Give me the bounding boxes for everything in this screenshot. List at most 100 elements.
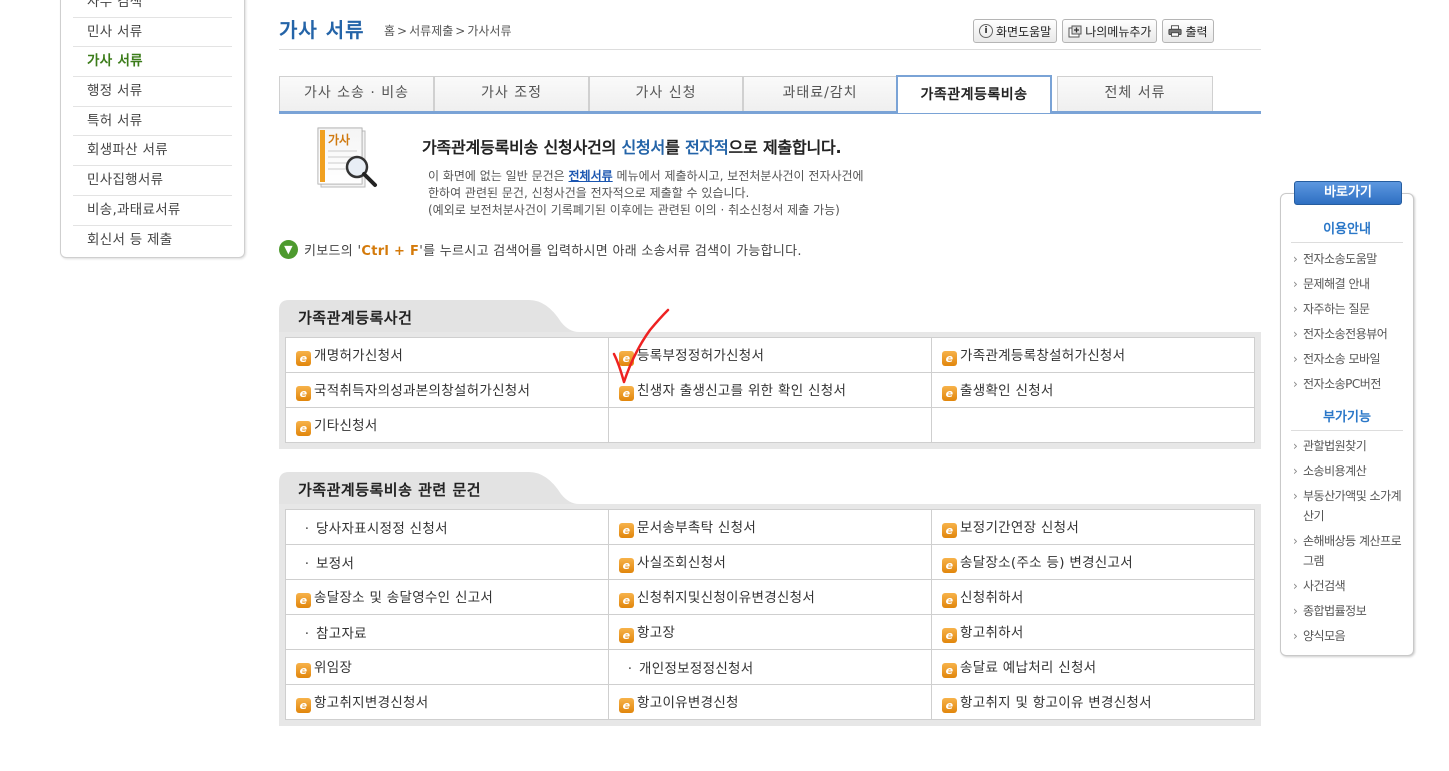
electronic-form-icon: e — [296, 351, 311, 366]
document-cell[interactable]: e 출생확인 신청서 — [931, 372, 1255, 408]
sidebar-item[interactable]: 민사 서류 — [73, 18, 232, 48]
electronic-form-icon: e — [619, 351, 634, 366]
document-link[interactable]: 가족관계등록창설허가신청서 — [960, 348, 1125, 364]
quick-links-title: 바로가기 — [1294, 181, 1402, 205]
document-link[interactable]: 문서송부촉탁 신청서 — [637, 520, 756, 536]
add-my-menu-button[interactable]: 나의메뉴추가 — [1062, 19, 1158, 43]
sidebar-item[interactable]: 회신서 등 제출 — [73, 226, 232, 256]
electronic-form-icon: e — [942, 351, 957, 366]
quick-link[interactable]: 전자소송 모바일 — [1293, 347, 1411, 372]
document-cell[interactable]: e 기타신청서 — [285, 407, 609, 443]
document-cell[interactable]: e 가족관계등록창설허가신청서 — [931, 337, 1255, 373]
document-link[interactable]: 국적취득자의성과본의창설허가신청서 — [314, 383, 530, 399]
print-button[interactable]: 출력 — [1162, 19, 1214, 43]
breadcrumb-home[interactable]: 홈 — [384, 24, 395, 38]
document-link[interactable]: 사실조회신청서 — [637, 555, 726, 571]
quick-link[interactable]: 양식모음 — [1293, 624, 1411, 649]
document-link[interactable]: 항고장 — [637, 625, 675, 641]
document-cell[interactable]: e 송달장소 및 송달영수인 신고서 — [285, 579, 609, 615]
tab-family-registration[interactable]: 가족관계등록비송 — [896, 75, 1052, 113]
document-cell[interactable]: e 등록부정정허가신청서 — [608, 337, 932, 373]
sidebar-item[interactable]: 행정 서류 — [73, 77, 232, 107]
document-cell[interactable]: e 보정기간연장 신청서 — [931, 509, 1255, 545]
document-cell[interactable]: · 당사자표시정정 신청서 — [285, 509, 609, 545]
tab-family-litigation[interactable]: 가사 소송 · 비송 — [279, 76, 434, 111]
quick-link[interactable]: 문제해결 안내 — [1293, 272, 1411, 297]
electronic-form-icon: e — [619, 698, 634, 713]
sidebar-item[interactable]: 가사 서류 — [73, 47, 232, 78]
tab-all-documents[interactable]: 전체 서류 — [1057, 76, 1213, 111]
document-cell[interactable]: e 항고장 — [608, 614, 932, 650]
document-cell[interactable]: e 항고취하서 — [931, 614, 1255, 650]
document-cell[interactable]: e 송달장소(주소 등) 변경신고서 — [931, 544, 1255, 580]
sidebar-item[interactable]: 회생파산 서류 — [73, 136, 232, 167]
document-link[interactable]: 참고자료 — [316, 626, 367, 642]
document-cell[interactable]: e 신청취하서 — [931, 579, 1255, 615]
document-link[interactable]: 송달료 예납처리 신청서 — [960, 660, 1096, 676]
quick-link[interactable]: 부동산가액및 소가계산기 — [1293, 484, 1411, 529]
intro-desc-text: 메뉴에서 제출하시고, 보전처분사건이 전자사건에 — [612, 169, 864, 183]
intro-desc-line-3: (예외로 보전처분사건이 기록폐기된 이후에는 관련된 이의 · 취소신청서 제… — [428, 203, 840, 217]
extra-features-heading: 부가기능 — [1291, 406, 1403, 431]
document-link[interactable]: 항고이유변경신청 — [637, 695, 739, 711]
quick-link[interactable]: 관할법원찾기 — [1293, 434, 1411, 459]
sidebar-item[interactable]: 특허 서류 — [73, 107, 232, 137]
document-cell — [931, 407, 1255, 443]
quick-link[interactable]: 자주하는 질문 — [1293, 297, 1411, 322]
document-link[interactable]: 등록부정정허가신청서 — [637, 348, 764, 364]
document-cell[interactable]: · 참고자료 — [285, 614, 609, 650]
tab-fine-detention[interactable]: 과태료/감치 — [743, 76, 897, 111]
document-cell[interactable]: e 위임장 — [285, 649, 609, 685]
document-link[interactable]: 개명허가신청서 — [314, 348, 403, 364]
intro-heading-highlight: 전자적 — [684, 138, 729, 157]
document-cell[interactable]: e 항고취지변경신청서 — [285, 684, 609, 720]
help-button[interactable]: i 화면도움말 — [973, 19, 1058, 43]
document-cell[interactable]: e 사실조회신청서 — [608, 544, 932, 580]
document-cell[interactable]: e 항고이유변경신청 — [608, 684, 932, 720]
document-cell[interactable]: e 문서송부촉탁 신청서 — [608, 509, 932, 545]
document-cell[interactable]: e 친생자 출생신고를 위한 확인 신청서 — [608, 372, 932, 408]
quick-link[interactable]: 전자소송전용뷰어 — [1293, 322, 1411, 347]
left-sidebar: 사무 검색 민사 서류 가사 서류 행정 서류 특허 서류 회생파산 서류 민사집행서류 비송… — [60, 0, 245, 258]
tab-family-application[interactable]: 가사 신청 — [589, 76, 743, 111]
document-link[interactable]: 출생확인 신청서 — [960, 383, 1054, 399]
document-link[interactable]: 친생자 출생신고를 위한 확인 신청서 — [637, 383, 846, 399]
document-link[interactable]: 송달장소(주소 등) 변경신고서 — [960, 555, 1133, 571]
document-cell[interactable]: e 항고취지 및 항고이유 변경신청서 — [931, 684, 1255, 720]
document-link[interactable]: 항고취지 및 항고이유 변경신청서 — [960, 695, 1152, 711]
document-link[interactable]: 위임장 — [314, 660, 352, 676]
electronic-form-icon: e — [619, 593, 634, 608]
document-link[interactable]: 신청취하서 — [960, 590, 1024, 606]
document-link[interactable]: 당사자표시정정 신청서 — [316, 521, 448, 537]
sidebar-item[interactable]: 민사집행서류 — [73, 166, 232, 196]
sidebar-item[interactable]: 비송,과태료서류 — [73, 196, 232, 226]
document-link[interactable]: 기타신청서 — [314, 418, 378, 434]
quick-link[interactable]: 종합법률정보 — [1293, 599, 1411, 624]
quick-link[interactable]: 손해배상등 계산프로그램 — [1293, 529, 1411, 574]
quick-link[interactable]: 전자소송PC버전 — [1293, 372, 1411, 397]
category-tabs: 가사 소송 · 비송 가사 조정 가사 신청 과태료/감치 가족관계등록비송 전… — [279, 75, 1261, 114]
document-link[interactable]: 항고취하서 — [960, 625, 1024, 641]
quick-link[interactable]: 전자소송도움말 — [1293, 247, 1411, 272]
sidebar-item[interactable]: 사무 검색 — [73, 0, 232, 18]
document-link[interactable]: 신청취지및신청이유변경신청서 — [637, 590, 815, 606]
document-cell[interactable]: e 신청취지및신청이유변경신청서 — [608, 579, 932, 615]
breadcrumb-submit[interactable]: 서류제출 — [409, 24, 453, 38]
quick-link[interactable]: 소송비용계산 — [1293, 459, 1411, 484]
document-cell[interactable]: e 개명허가신청서 — [285, 337, 609, 373]
table-row: e 국적취득자의성과본의창설허가신청서 e 친생자 출생신고를 위한 확인 신청서 e 출… — [285, 372, 1255, 408]
document-cell[interactable]: · 보정서 — [285, 544, 609, 580]
table-row: e 위임장 · 개인정보정정신청서 e 송달료 예납처리 신청서 — [285, 649, 1255, 685]
document-link[interactable]: 개인정보정정신청서 — [639, 661, 753, 677]
document-link[interactable]: 보정기간연장 신청서 — [960, 520, 1079, 536]
document-cell[interactable]: · 개인정보정정신청서 — [608, 649, 932, 685]
quick-link[interactable]: 사건검색 — [1293, 574, 1411, 599]
document-link[interactable]: 송달장소 및 송달영수인 신고서 — [314, 590, 493, 606]
document-cell[interactable]: e 송달료 예납처리 신청서 — [931, 649, 1255, 685]
table-row: e 기타신청서 — [285, 407, 1255, 443]
all-documents-link[interactable]: 전체서류 — [569, 169, 613, 183]
tab-family-mediation[interactable]: 가사 조정 — [434, 76, 589, 111]
document-link[interactable]: 보정서 — [316, 556, 354, 572]
document-cell[interactable]: e 국적취득자의성과본의창설허가신청서 — [285, 372, 609, 408]
document-link[interactable]: 항고취지변경신청서 — [314, 695, 428, 711]
